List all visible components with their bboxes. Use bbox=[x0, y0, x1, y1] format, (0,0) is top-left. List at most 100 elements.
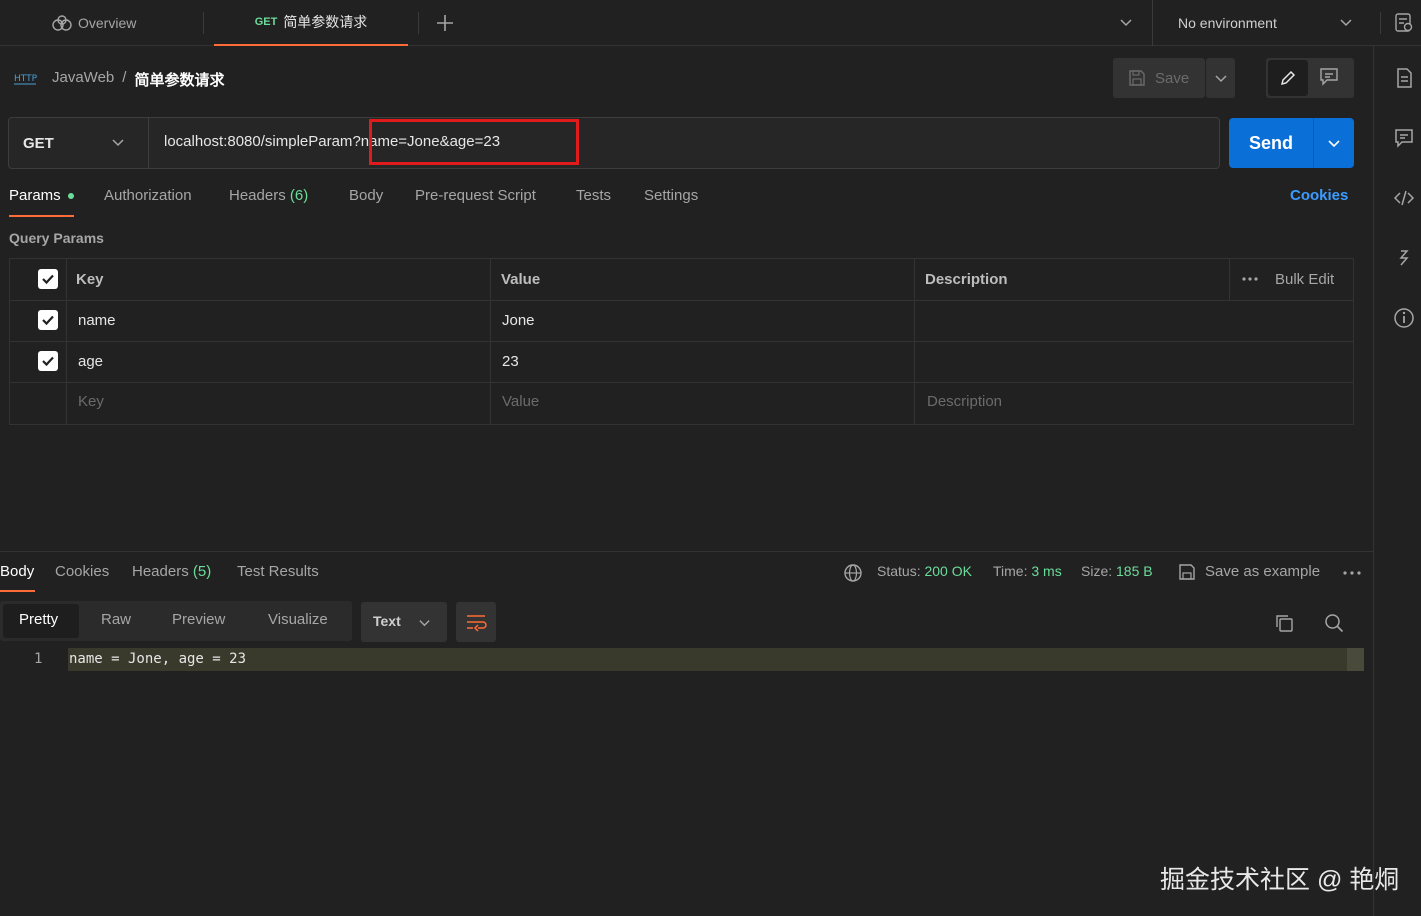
chevron-down-icon bbox=[1120, 19, 1132, 27]
size-value: 185 B bbox=[1116, 563, 1153, 579]
tab-divider bbox=[1152, 0, 1153, 46]
status-label: Status: bbox=[877, 563, 921, 579]
tab-headers-count: (6) bbox=[289, 187, 309, 204]
tab-headers-label: Headers bbox=[229, 187, 286, 204]
response-tab-test-results[interactable]: Test Results bbox=[237, 563, 319, 580]
size-indicator[interactable]: Size: 185 B bbox=[1081, 563, 1153, 579]
tab-params[interactable]: Params bbox=[9, 187, 74, 209]
tab-overview[interactable]: Overview bbox=[52, 0, 136, 46]
response-tab-underline bbox=[0, 590, 35, 592]
save-as-example-button[interactable]: Save as example bbox=[1205, 563, 1320, 580]
breadcrumb-collection[interactable]: JavaWeb bbox=[52, 69, 114, 90]
edit-button[interactable] bbox=[1268, 60, 1308, 96]
param-key-input[interactable]: age bbox=[78, 353, 103, 370]
send-button[interactable]: Send bbox=[1229, 118, 1313, 168]
code-snippet-button[interactable] bbox=[1392, 186, 1416, 210]
send-options-button[interactable] bbox=[1314, 118, 1354, 168]
status-indicator[interactable]: Status: 200 OK bbox=[877, 563, 972, 579]
response-more-icon[interactable] bbox=[1342, 566, 1362, 580]
table-divider bbox=[914, 258, 915, 425]
response-tab-headers[interactable]: Headers (5) bbox=[132, 563, 211, 580]
tab-headers[interactable]: Headers (6) bbox=[229, 187, 308, 209]
comments-button[interactable] bbox=[1392, 126, 1416, 150]
column-header-description: Description bbox=[925, 271, 1008, 288]
cookies-link[interactable]: Cookies bbox=[1290, 187, 1348, 209]
tab-active-request[interactable]: GET 简单参数请求 bbox=[214, 0, 408, 46]
method-select[interactable]: GET bbox=[9, 118, 149, 168]
search-icon[interactable] bbox=[1323, 612, 1345, 634]
param-value-input[interactable]: 23 bbox=[502, 353, 519, 370]
tab-body[interactable]: Body bbox=[349, 187, 383, 209]
table-divider bbox=[490, 258, 491, 425]
response-divider[interactable] bbox=[0, 551, 1373, 552]
tab-pre-request-script[interactable]: Pre-request Script bbox=[415, 187, 536, 209]
status-value: 200 OK bbox=[924, 563, 972, 579]
more-options-icon[interactable] bbox=[1241, 271, 1259, 287]
code-icon bbox=[1393, 190, 1415, 206]
new-param-key-input[interactable]: Key bbox=[78, 393, 104, 410]
tabs-dropdown-button[interactable] bbox=[1118, 14, 1134, 30]
new-param-description-input[interactable]: Description bbox=[927, 393, 1002, 410]
response-body-text[interactable]: name = Jone, age = 23 bbox=[69, 651, 246, 667]
format-tab-preview[interactable]: Preview bbox=[172, 611, 225, 628]
response-tab-headers-label: Headers bbox=[132, 563, 189, 580]
wrap-icon bbox=[467, 615, 487, 632]
save-options-button[interactable] bbox=[1206, 58, 1235, 98]
info-button[interactable] bbox=[1392, 306, 1416, 330]
environment-chevron[interactable] bbox=[1338, 14, 1354, 30]
param-key-input[interactable]: name bbox=[78, 312, 116, 329]
related-collections-button[interactable] bbox=[1392, 246, 1416, 270]
url-base: localhost:8080/simpleParam bbox=[164, 133, 353, 150]
tab-divider bbox=[418, 12, 419, 34]
svg-text:HTTP: HTTP bbox=[14, 74, 37, 84]
column-header-value: Value bbox=[501, 271, 541, 288]
table-divider bbox=[9, 341, 1354, 342]
chevron-down-icon bbox=[112, 139, 124, 147]
new-param-value-input[interactable]: Value bbox=[502, 393, 539, 410]
tab-divider bbox=[1380, 12, 1381, 34]
table-divider bbox=[1229, 258, 1230, 300]
environment-select[interactable]: No environment bbox=[1178, 0, 1358, 46]
copy-icon[interactable] bbox=[1273, 612, 1295, 634]
save-button[interactable]: Save bbox=[1113, 58, 1205, 98]
comments-toggle-button[interactable] bbox=[1318, 66, 1340, 88]
method-select-value: GET bbox=[23, 134, 54, 152]
environment-quick-look-button[interactable] bbox=[1394, 12, 1414, 34]
globe-icon[interactable] bbox=[843, 563, 863, 583]
param-value-input[interactable]: Jone bbox=[502, 312, 535, 329]
pencil-icon bbox=[1280, 70, 1296, 86]
environment-icon bbox=[1395, 13, 1413, 32]
response-tab-cookies[interactable]: Cookies bbox=[55, 563, 109, 580]
table-divider bbox=[66, 258, 67, 425]
tab-settings[interactable]: Settings bbox=[644, 187, 698, 209]
breadcrumb-separator: / bbox=[122, 69, 127, 86]
code-line-highlight bbox=[68, 648, 1364, 671]
document-icon bbox=[1397, 68, 1412, 88]
param-checkbox[interactable] bbox=[38, 310, 58, 330]
format-tab-pretty[interactable]: Pretty bbox=[19, 611, 58, 628]
tab-method-badge: GET bbox=[254, 16, 278, 28]
response-tab-body[interactable]: Body bbox=[0, 563, 34, 580]
plus-icon bbox=[437, 15, 453, 31]
overview-icon bbox=[52, 15, 72, 31]
select-all-checkbox[interactable] bbox=[38, 269, 58, 289]
page-title[interactable]: 简单参数请求 bbox=[134, 69, 224, 90]
method-chevron[interactable] bbox=[111, 135, 125, 149]
code-scrollbar[interactable] bbox=[1347, 648, 1364, 671]
time-indicator[interactable]: Time: 3 ms bbox=[993, 563, 1062, 579]
format-tab-raw[interactable]: Raw bbox=[101, 611, 131, 628]
tab-params-underline bbox=[9, 215, 74, 217]
save-icon bbox=[1129, 70, 1145, 86]
annotation-highlight-box bbox=[369, 119, 579, 165]
format-tab-visualize[interactable]: Visualize bbox=[268, 611, 328, 628]
new-tab-button[interactable] bbox=[434, 12, 456, 34]
params-active-dot bbox=[67, 193, 74, 200]
documentation-button[interactable] bbox=[1392, 66, 1416, 90]
tab-authorization[interactable]: Authorization bbox=[104, 187, 192, 209]
wrap-lines-button[interactable] bbox=[456, 602, 496, 642]
query-params-title: Query Params bbox=[9, 230, 104, 246]
param-checkbox[interactable] bbox=[38, 351, 58, 371]
tab-tests[interactable]: Tests bbox=[576, 187, 611, 209]
time-value: 3 ms bbox=[1031, 563, 1062, 579]
bulk-edit-button[interactable]: Bulk Edit bbox=[1275, 271, 1334, 288]
